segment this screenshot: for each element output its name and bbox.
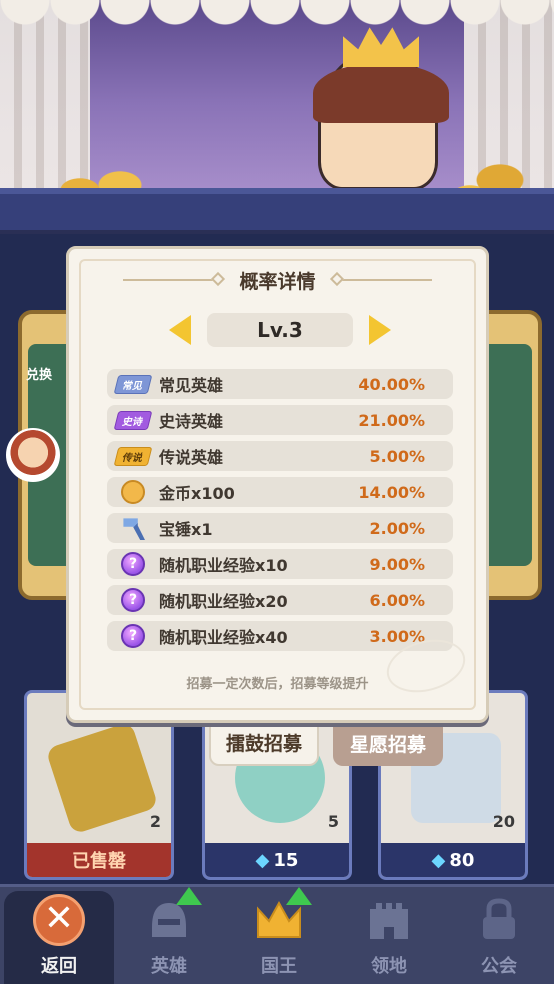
nav-guild-label: 公会 bbox=[481, 956, 517, 977]
level-up-note: 招募一定次数后，招募等级提升 bbox=[186, 677, 369, 692]
throne-scene bbox=[0, 0, 554, 230]
tab-drum-label: 擂鼓招募 bbox=[225, 732, 302, 755]
nav-back-label: 返回 bbox=[41, 956, 77, 977]
price-label: 15 bbox=[273, 849, 299, 871]
diamond-icon: ◆ bbox=[431, 849, 446, 871]
hero-avatar[interactable] bbox=[6, 428, 60, 482]
nav-heroes[interactable]: 英雄 bbox=[114, 887, 224, 984]
nav-king-label: 国王 bbox=[261, 956, 297, 977]
stage-ledge bbox=[0, 188, 554, 230]
list-item: 史诗 史诗英雄 21.00% bbox=[107, 405, 453, 435]
mystery-orb-icon: ? bbox=[121, 588, 145, 612]
tab-drum-recruit[interactable]: 擂鼓招募 bbox=[209, 718, 319, 766]
close-icon: ✕ bbox=[33, 894, 85, 946]
list-item: 金币x100 14.00% bbox=[107, 477, 453, 507]
sold-out-label: 已售罄 bbox=[72, 851, 126, 872]
reward-name: 随机职业经验x20 bbox=[159, 592, 288, 611]
hammer-icon bbox=[123, 518, 145, 540]
price-label: 80 bbox=[449, 849, 475, 871]
prev-level-arrow-icon[interactable] bbox=[169, 315, 191, 345]
reward-name: 宝锤x1 bbox=[159, 520, 213, 539]
reward-percent: 9.00% bbox=[369, 554, 425, 574]
king-hair bbox=[313, 63, 449, 123]
tab-wish-label: 星愿招募 bbox=[349, 733, 426, 756]
probability-modal: 概率详情 Lv.3 常见 常见英雄 40.00% 史诗 史诗英雄 21.00% … bbox=[66, 246, 489, 723]
nav-territory[interactable]: 领地 bbox=[334, 887, 444, 984]
reward-name: 常见英雄 bbox=[159, 376, 224, 395]
list-item: 传说 传说英雄 5.00% bbox=[107, 441, 453, 471]
mystery-orb-icon: ? bbox=[121, 552, 145, 576]
list-item: 宝锤x1 2.00% bbox=[107, 513, 453, 543]
reward-name: 随机职业经验x10 bbox=[159, 556, 288, 575]
bottom-nav: ✕ 返回 英雄 国王 领地 公会 bbox=[0, 884, 554, 984]
tab-wish-recruit[interactable]: 星愿招募 bbox=[333, 720, 443, 766]
tag-common-icon: 常见 bbox=[113, 374, 153, 394]
reward-percent: 21.00% bbox=[358, 410, 425, 430]
mystery-orb-icon: ? bbox=[121, 624, 145, 648]
nav-guild[interactable]: 公会 bbox=[444, 887, 554, 984]
sold-out-banner: 已售罄 bbox=[27, 843, 171, 877]
list-item: 常见 常见英雄 40.00% bbox=[107, 369, 453, 399]
exchange-label: 兑换 bbox=[26, 368, 53, 383]
lock-icon bbox=[483, 898, 515, 939]
price-button[interactable]: ◆ 80 bbox=[381, 843, 525, 877]
nav-territory-label: 领地 bbox=[371, 956, 407, 977]
reward-name: 史诗英雄 bbox=[159, 412, 224, 431]
probability-list: 常见 常见英雄 40.00% 史诗 史诗英雄 21.00% 传说 传说英雄 5.… bbox=[107, 369, 453, 657]
level-label: Lv.3 bbox=[207, 313, 353, 347]
list-item: ? 随机职业经验x20 6.00% bbox=[107, 585, 453, 615]
level-selector: Lv.3 bbox=[69, 313, 486, 349]
diamond-icon: ◆ bbox=[255, 849, 270, 871]
tag-legend-icon: 传说 bbox=[113, 446, 153, 466]
reward-percent: 6.00% bbox=[369, 590, 425, 610]
modal-title: 概率详情 bbox=[239, 271, 316, 293]
price-button[interactable]: ◆ 15 bbox=[205, 843, 349, 877]
upgrade-arrow-icon bbox=[176, 887, 202, 905]
upgrade-arrow-icon bbox=[286, 887, 312, 905]
reward-percent: 40.00% bbox=[358, 374, 425, 394]
list-item: ? 随机职业经验x10 9.00% bbox=[107, 549, 453, 579]
reward-percent: 5.00% bbox=[369, 446, 425, 466]
castle-icon bbox=[370, 903, 408, 939]
nav-back[interactable]: ✕ 返回 bbox=[4, 891, 114, 984]
reward-name: 金币x100 bbox=[159, 484, 235, 503]
reward-percent: 14.00% bbox=[358, 482, 425, 502]
nav-king[interactable]: 国王 bbox=[224, 887, 334, 984]
curtain-valance bbox=[0, 0, 554, 32]
card-count: 2 bbox=[149, 812, 161, 831]
reward-name: 随机职业经验x40 bbox=[159, 628, 288, 647]
reward-name: 传说英雄 bbox=[159, 448, 224, 467]
card-count: 20 bbox=[492, 812, 515, 831]
coin-icon bbox=[121, 480, 145, 504]
scroll-ticket-icon bbox=[45, 721, 159, 835]
list-item: ? 随机职业经验x40 3.00% bbox=[107, 621, 453, 651]
next-level-arrow-icon[interactable] bbox=[369, 315, 391, 345]
tag-epic-icon: 史诗 bbox=[113, 410, 153, 430]
card-count: 5 bbox=[327, 812, 339, 831]
nav-heroes-label: 英雄 bbox=[151, 956, 187, 977]
reward-percent: 2.00% bbox=[369, 518, 425, 538]
